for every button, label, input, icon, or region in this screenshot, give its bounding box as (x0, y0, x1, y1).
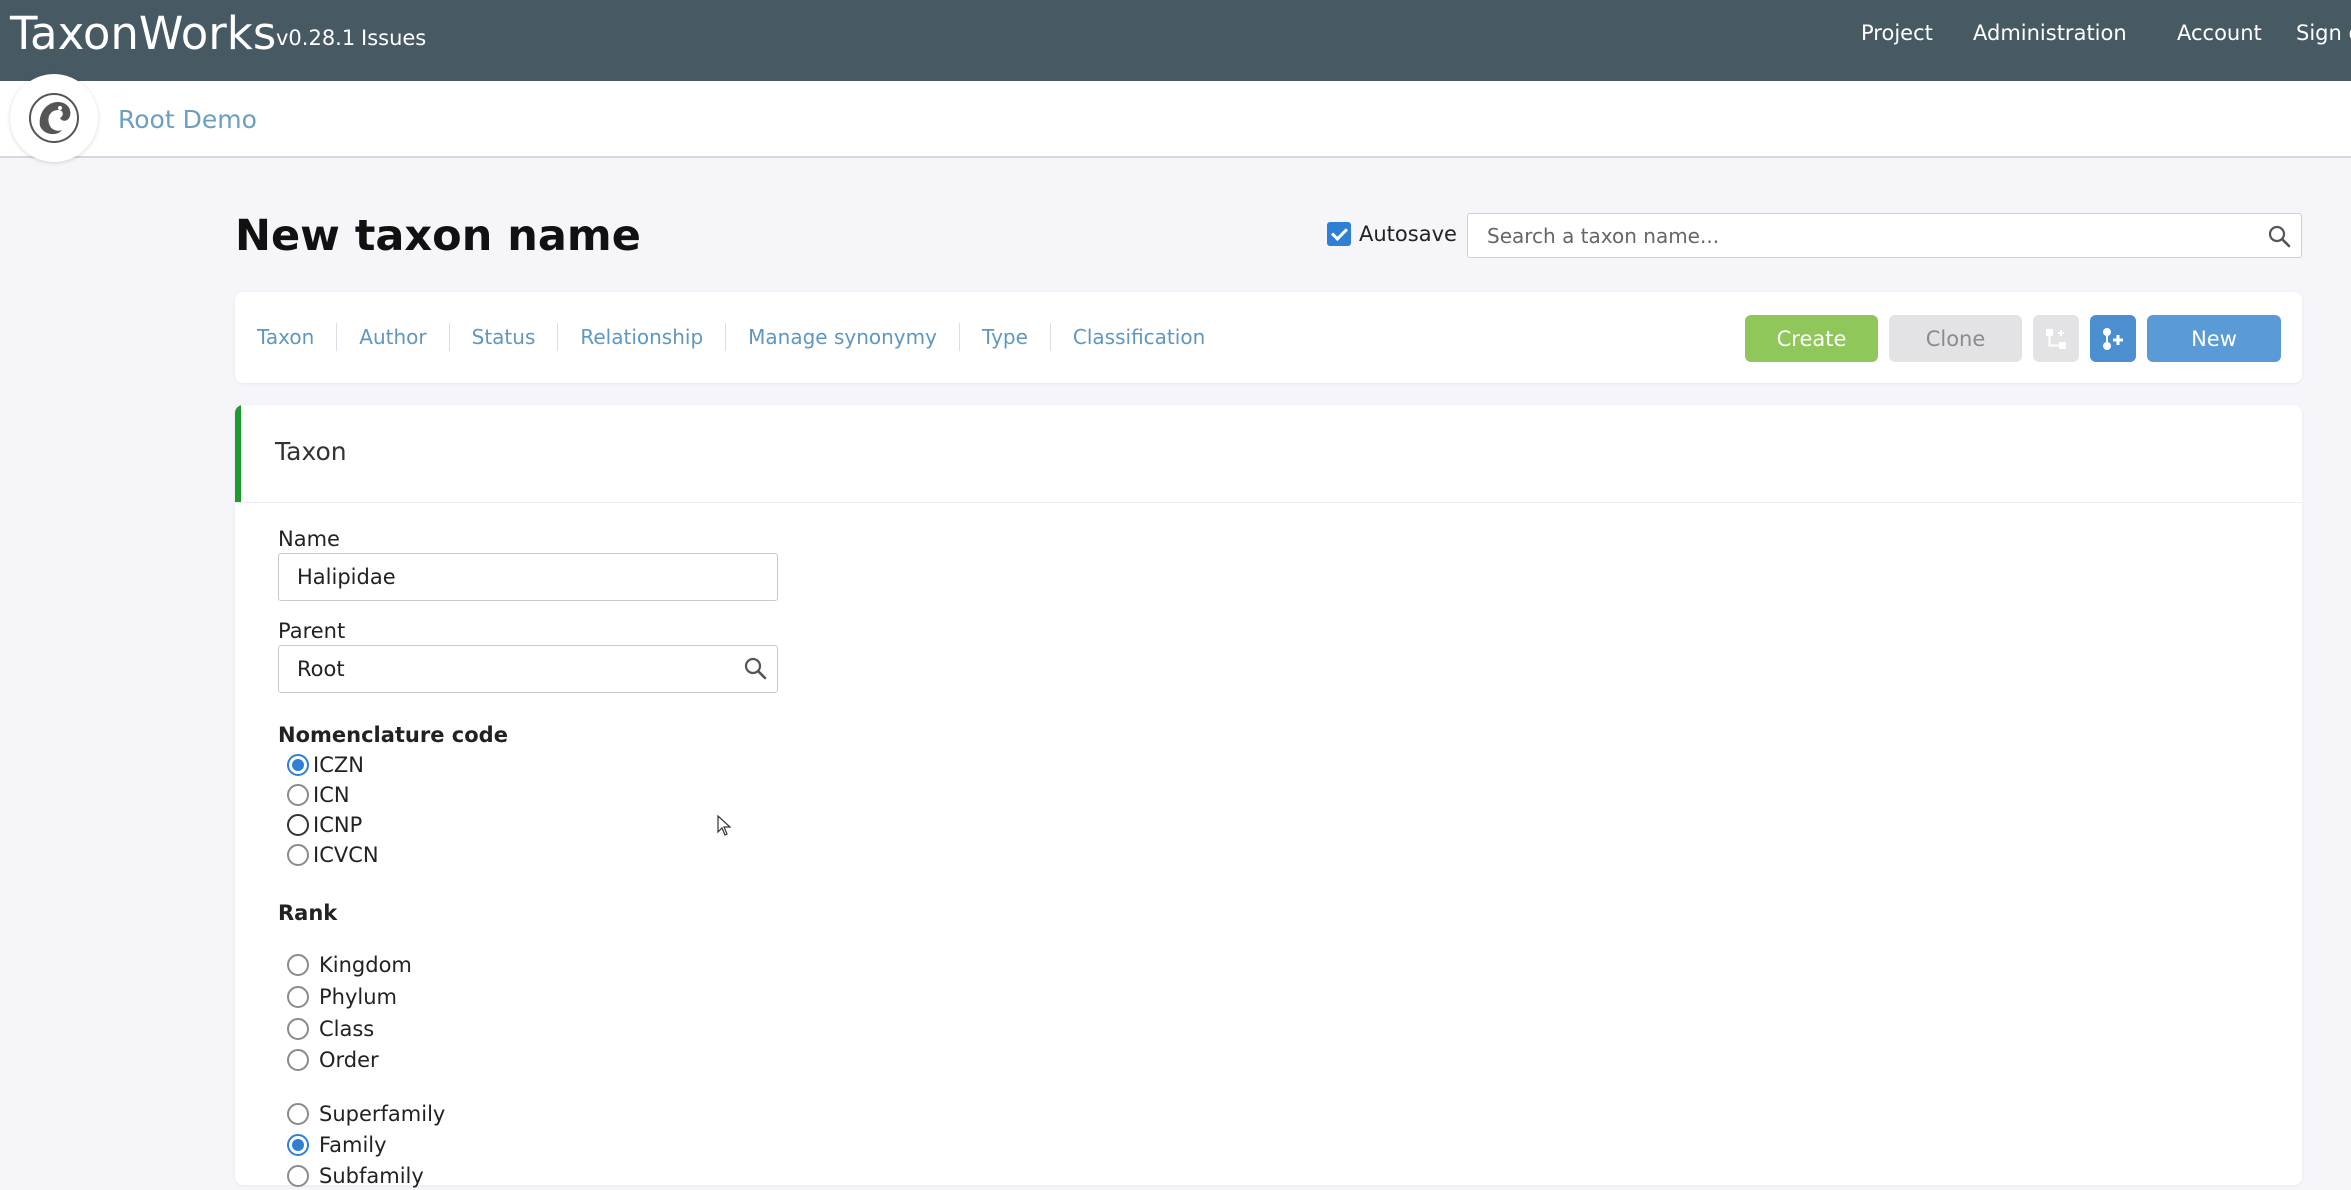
tab-relationship[interactable]: Relationship (557, 323, 725, 351)
tab-taxon[interactable]: Taxon (257, 323, 336, 351)
brand-logo-text[interactable]: TaxonWorks (10, 4, 276, 64)
taxon-panel: Taxon (235, 405, 2302, 1185)
option-label: Order (319, 1048, 379, 1072)
new-button[interactable]: New (2147, 315, 2281, 362)
radio-button[interactable] (287, 1103, 309, 1125)
rank-option-superfamily[interactable]: Superfamily (287, 1100, 445, 1128)
tab-status[interactable]: Status (448, 323, 558, 351)
project-logo[interactable] (10, 74, 98, 162)
rank-option-family[interactable]: Family (287, 1131, 387, 1159)
tab-author[interactable]: Author (336, 323, 448, 351)
radio-button[interactable] (287, 1165, 309, 1187)
nav-project[interactable]: Project (1861, 19, 1933, 47)
taxon-search-input[interactable] (1469, 215, 2249, 256)
parent-input[interactable] (278, 645, 778, 693)
page-title: New taxon name (235, 211, 641, 261)
parent-label: Parent (278, 619, 346, 643)
add-hierarchy-icon (2103, 327, 2123, 350)
rank-option-kingdom[interactable]: Kingdom (287, 951, 412, 979)
radio-button[interactable] (287, 986, 309, 1008)
option-label: Phylum (319, 985, 398, 1009)
radio-button[interactable] (287, 754, 309, 776)
name-input[interactable] (278, 553, 778, 601)
panel-divider (235, 502, 2302, 503)
new-child-button[interactable] (2033, 315, 2079, 362)
nav-administration[interactable]: Administration (1973, 19, 2127, 47)
nav-account[interactable]: Account (2177, 19, 2262, 47)
nomenclature-option-icvcn[interactable]: ICVCN (287, 841, 379, 869)
option-label: Family (319, 1133, 387, 1157)
create-button[interactable]: Create (1745, 315, 1878, 362)
radio-button[interactable] (287, 784, 309, 806)
rank-option-order[interactable]: Order (287, 1046, 379, 1074)
parent-search-icon[interactable] (743, 656, 767, 684)
option-label: Kingdom (319, 953, 412, 977)
radio-button[interactable] (287, 1018, 309, 1040)
autosave-checkbox[interactable] (1327, 222, 1351, 246)
project-name[interactable]: Root Demo (118, 104, 257, 136)
rank-label: Rank (278, 901, 338, 925)
version-label: v0.28.1 (276, 26, 356, 50)
radio-button[interactable] (287, 814, 309, 836)
rank-option-class[interactable]: Class (287, 1015, 374, 1043)
radio-button[interactable] (287, 1049, 309, 1071)
option-label: ICN (313, 783, 350, 807)
taxonworks-logo-icon (29, 93, 79, 143)
radio-button[interactable] (287, 1134, 309, 1156)
radio-button[interactable] (287, 954, 309, 976)
mouse-cursor-icon (717, 814, 733, 841)
tab-manage-synonymy[interactable]: Manage synonymy (725, 323, 959, 351)
rank-option-phylum[interactable]: Phylum (287, 983, 397, 1011)
tab-classification[interactable]: Classification (1049, 323, 1227, 351)
rank-option-subfamily[interactable]: Subfamily (287, 1162, 424, 1190)
panel-accent-bar (235, 405, 241, 502)
option-label: ICVCN (313, 843, 379, 867)
taxon-search (1467, 213, 2302, 258)
radio-button[interactable] (287, 844, 309, 866)
hierarchy-icon (2046, 328, 2066, 349)
option-label: ICNP (313, 813, 363, 837)
nomenclature-option-icnp[interactable]: ICNP (287, 811, 362, 839)
autosave-toggle[interactable]: Autosave (1327, 222, 1457, 246)
option-label: Class (319, 1017, 375, 1041)
search-icon[interactable] (2267, 224, 2291, 252)
name-label: Name (278, 527, 340, 551)
section-tabs: Taxon Author Status Relationship Manage … (257, 323, 1227, 351)
option-label: ICZN (313, 753, 364, 777)
nomenclature-code-label: Nomenclature code (278, 723, 508, 747)
clone-button[interactable]: Clone (1889, 315, 2022, 362)
nomenclature-option-iczn[interactable]: ICZN (287, 751, 364, 779)
option-label: Subfamily (319, 1164, 424, 1188)
autosave-label: Autosave (1359, 222, 1457, 246)
issues-link[interactable]: Issues (361, 24, 426, 52)
project-bar (0, 81, 2351, 158)
panel-title: Taxon (275, 437, 347, 466)
option-label: Superfamily (319, 1102, 446, 1126)
nomenclature-option-icn[interactable]: ICN (287, 781, 350, 809)
nav-sign-out[interactable]: Sign o (2296, 19, 2351, 47)
top-bar: TaxonWorks v0.28.1 Issues Project Admini… (0, 0, 2351, 81)
tab-type[interactable]: Type (958, 323, 1050, 351)
new-sibling-button[interactable] (2090, 315, 2136, 362)
